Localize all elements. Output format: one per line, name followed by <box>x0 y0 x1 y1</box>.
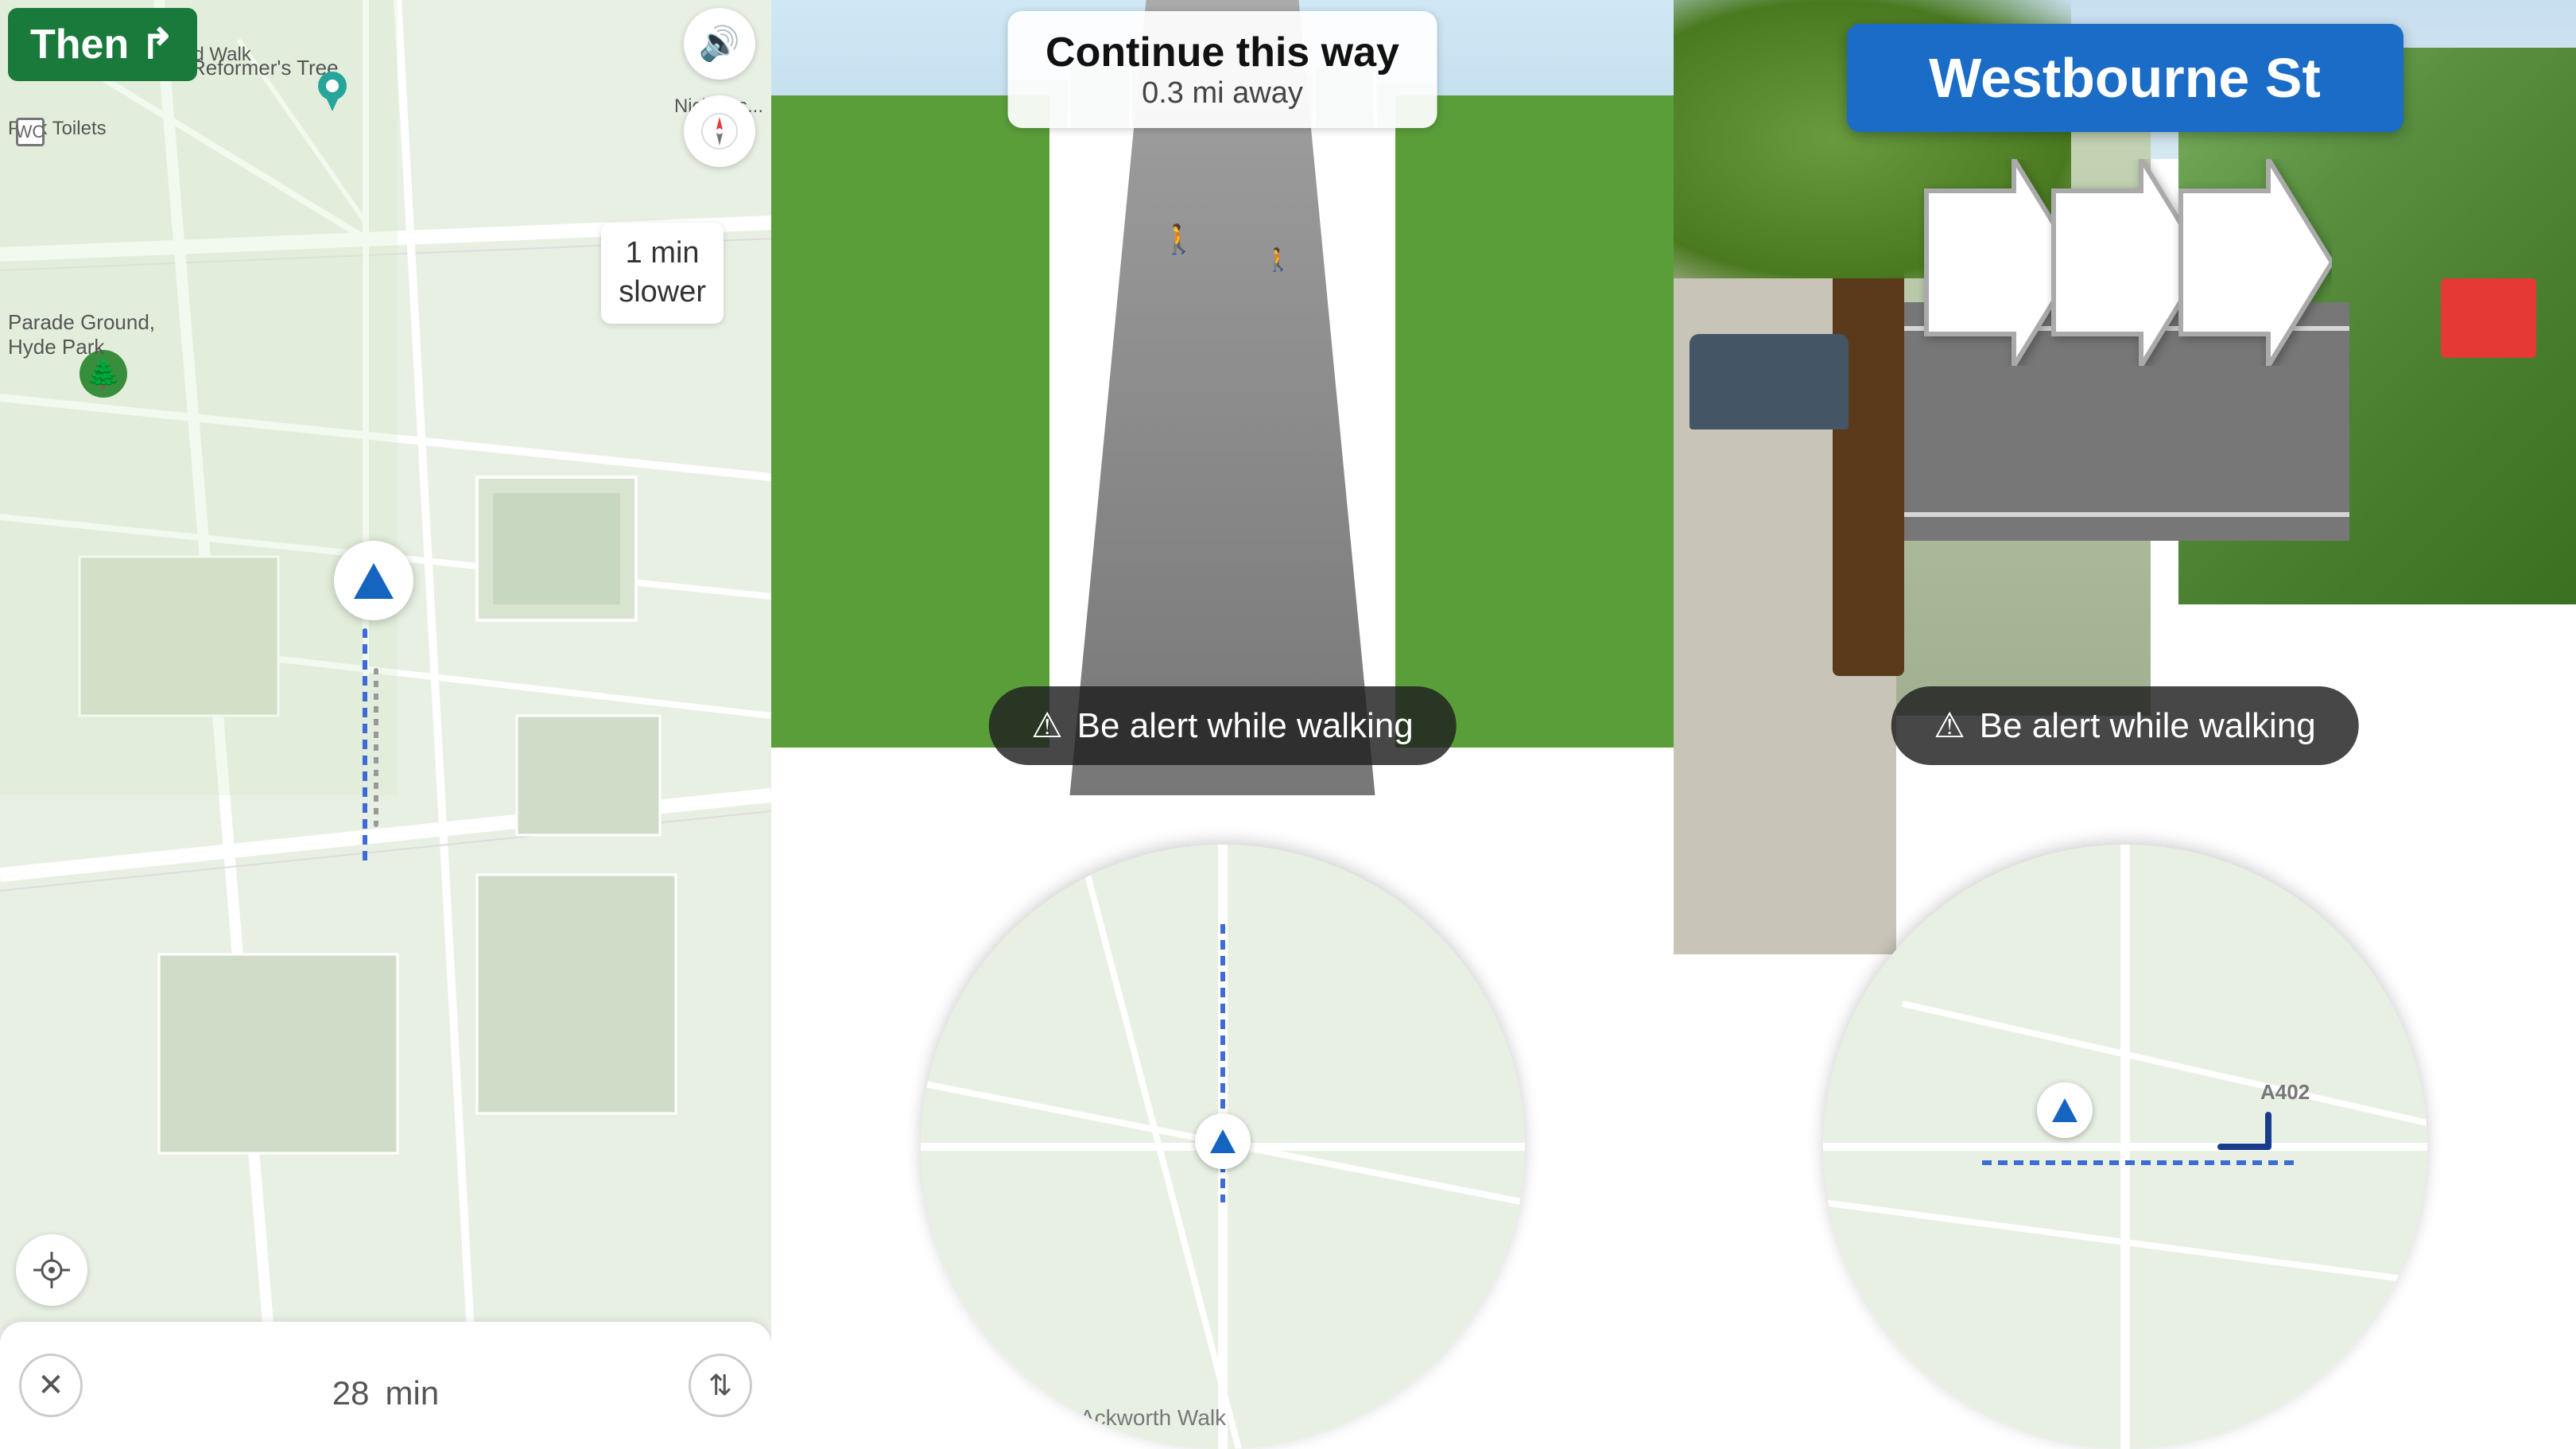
compass-button[interactable] <box>684 95 755 167</box>
alert-icon-center: ⚠ <box>1031 705 1062 746</box>
mini-map-inner-center: Ackworth Walk <box>921 845 1525 1449</box>
nav-arrow <box>334 541 413 620</box>
street-name-banner: Westbourne St <box>1847 24 2403 132</box>
route-tail <box>363 628 367 867</box>
alert-text-center: Be alert while walking <box>1077 706 1414 746</box>
then-label: Then <box>30 21 129 68</box>
continue-subtitle: 0.3 mi away <box>1046 76 1399 111</box>
nav-arrow-shape <box>354 563 394 599</box>
alert-badge-center: ⚠ Be alert while walking <box>988 686 1457 765</box>
compass-icon <box>700 112 739 150</box>
mini-map-svg-right: A402 <box>1823 845 2427 1449</box>
arrow-3 <box>2173 159 2332 366</box>
mini-map-inner-right: A402 <box>1823 845 2427 1449</box>
alert-text-right: Be alert while walking <box>1980 706 2316 746</box>
location-crosshair-icon <box>32 1250 72 1290</box>
continue-banner: Continue this way 0.3 mi away <box>1007 11 1437 128</box>
continue-title: Continue this way <box>1046 29 1399 76</box>
center-ar-panel: 🚶 🚶 Continue this way 0.3 mi away ⚠ Be a… <box>771 0 1674 1449</box>
slower-line1: 1 min <box>619 234 706 273</box>
park-grass-right <box>1395 95 1674 748</box>
eta-display: 28 min <box>332 1353 439 1418</box>
then-turn-icon: ↱ <box>140 21 175 68</box>
slower-tooltip: 1 min slower <box>601 223 724 324</box>
location-button[interactable] <box>16 1234 87 1306</box>
slower-line2: slower <box>619 273 706 312</box>
street-name-text: Westbourne St <box>1929 47 2321 109</box>
sound-icon: 🔊 <box>699 25 740 64</box>
alt-route <box>374 668 378 827</box>
time-value: 28 <box>332 1374 370 1412</box>
right-ar-panel: Westbourne St ⚠ Be alert while walking <box>1674 0 2576 1449</box>
time-unit: min <box>386 1374 440 1412</box>
svg-text:A402: A402 <box>2260 1080 2310 1104</box>
close-navigation-button[interactable]: ✕ <box>19 1354 83 1417</box>
mini-nav-arrow-center <box>1195 1113 1251 1169</box>
left-map-panel: Reformer's Tree Emma FitzGerald Walk Nic… <box>0 0 771 1449</box>
mini-map-center: Ackworth Walk <box>921 845 1525 1449</box>
close-icon: ✕ <box>37 1367 64 1404</box>
reformers-tree-pin <box>318 72 347 115</box>
park-toilets-icon: WC <box>16 118 45 146</box>
svg-text:Ackworth Walk: Ackworth Walk <box>1080 1405 1227 1430</box>
ar-direction-arrows <box>1918 159 2332 366</box>
pedestrian-icon: 🚶 <box>1161 223 1197 256</box>
then-button[interactable]: Then ↱ <box>8 8 197 81</box>
tree-map-icon: 🌲 <box>80 350 127 398</box>
route-options-button[interactable]: ⇅ <box>689 1354 752 1417</box>
mini-nav-arrow-right <box>2037 1082 2093 1138</box>
mini-nav-arrow-shape-center <box>1210 1129 1236 1153</box>
mini-nav-arrow-shape-right <box>2052 1098 2077 1122</box>
mini-map-right: A402 <box>1823 845 2427 1449</box>
route-options-icon: ⇅ <box>708 1369 732 1402</box>
red-bus <box>2441 278 2536 358</box>
sound-button[interactable]: 🔊 <box>684 8 755 80</box>
park-grass-left <box>771 95 1049 748</box>
bottom-navigation-bar: ✕ 28 min ⇅ <box>0 1322 771 1449</box>
alert-badge-right: ⚠ Be alert while walking <box>1891 686 2359 765</box>
parked-car <box>1690 334 1849 429</box>
alert-icon-right: ⚠ <box>1934 705 1965 746</box>
pedestrian-icon-2: 🚶 <box>1264 247 1292 273</box>
